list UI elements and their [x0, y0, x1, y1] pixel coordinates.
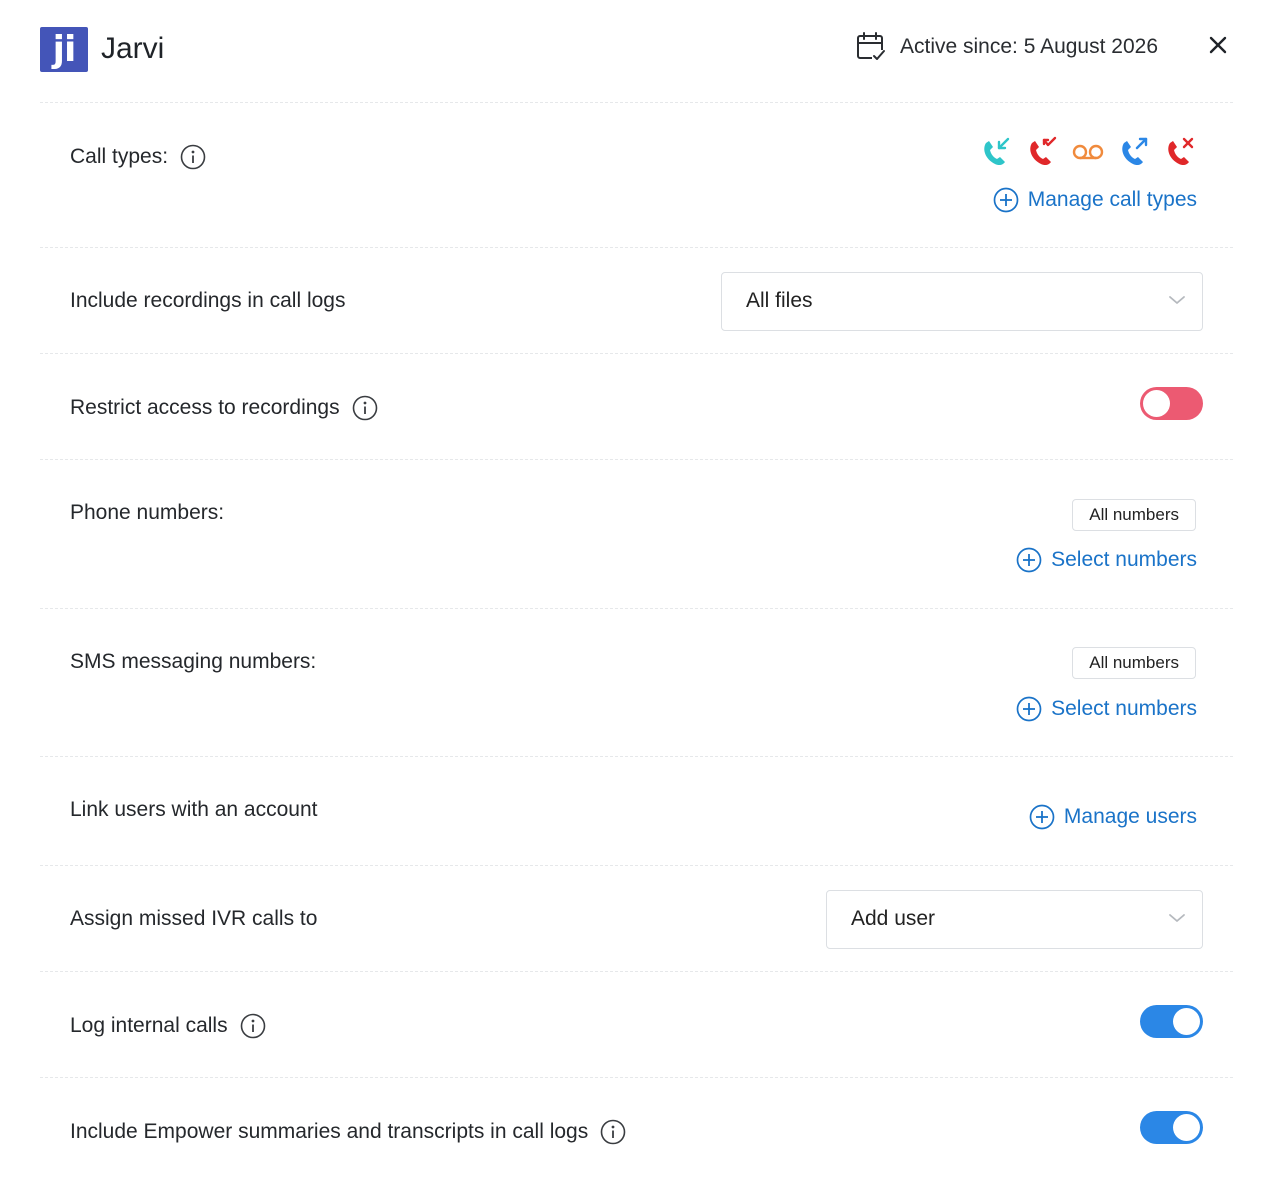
voicemail-icon: [1072, 144, 1104, 160]
close-icon: [1209, 36, 1227, 54]
chevron-down-icon: [1169, 296, 1185, 304]
plus-circle-icon: [993, 187, 1019, 213]
info-icon[interactable]: [240, 1013, 266, 1039]
select-sms-numbers-button[interactable]: Select numbers: [1016, 696, 1197, 722]
sms-numbers-label: SMS messaging numbers:: [70, 650, 317, 673]
select-phone-numbers-button[interactable]: Select numbers: [1016, 547, 1197, 573]
calendar-check-icon: [857, 32, 886, 63]
toggle-knob: [1143, 390, 1170, 417]
phone-numbers-label: Phone numbers:: [70, 501, 225, 524]
missed-ivr-label: Assign missed IVR calls to: [70, 907, 318, 930]
manage-users-label: Manage users: [1063, 805, 1197, 828]
row-missed-ivr: Assign missed IVR calls to Add user: [40, 865, 1233, 971]
app-title: Jarvi: [101, 32, 165, 65]
row-restrict-access: Restrict access to recordings: [40, 353, 1233, 459]
active-since-text: Active since: 5 August 2026: [900, 35, 1158, 58]
restrict-access-label-text: Restrict access to recordings: [70, 396, 340, 419]
recordings-select-value: All files: [746, 289, 813, 312]
all-numbers-chip: All numbers: [1072, 647, 1196, 679]
empower-toggle[interactable]: [1140, 1111, 1203, 1144]
call-type-icons: [967, 135, 1197, 169]
toggle-knob: [1173, 1008, 1200, 1035]
select-numbers-label: Select numbers: [1051, 697, 1197, 720]
manage-call-types-button[interactable]: Manage call types: [993, 187, 1197, 213]
missed-ivr-user-select[interactable]: Add user: [826, 890, 1203, 949]
select-numbers-label: Select numbers: [1051, 548, 1197, 571]
all-numbers-chip: All numbers: [1072, 499, 1196, 531]
active-since: Active since: 5 August 2026: [856, 31, 1158, 63]
recordings-label: Include recordings in call logs: [70, 289, 346, 312]
rejected-call-icon: [1168, 137, 1194, 166]
empower-label: Include Empower summaries and transcript…: [70, 1119, 626, 1145]
call-types-label: Call types:: [70, 144, 206, 170]
log-internal-label-text: Log internal calls: [70, 1014, 228, 1037]
row-recordings: Include recordings in call logs All file…: [40, 247, 1233, 353]
restrict-access-label: Restrict access to recordings: [70, 395, 378, 421]
row-phone-numbers: Phone numbers: All numbers Select number…: [40, 459, 1233, 608]
link-users-label: Link users with an account: [70, 798, 318, 821]
logo-text: ji: [52, 29, 77, 70]
row-sms-numbers: SMS messaging numbers: All numbers Selec…: [40, 608, 1233, 756]
row-log-internal: Log internal calls: [40, 971, 1233, 1077]
manage-users-button[interactable]: Manage users: [1029, 804, 1197, 830]
log-internal-toggle[interactable]: [1140, 1005, 1203, 1038]
restrict-access-toggle[interactable]: [1140, 387, 1203, 420]
missed-call-icon: [1030, 136, 1057, 166]
outgoing-call-icon: [1122, 137, 1148, 166]
row-call-types: Call types: Manage call types: [40, 102, 1233, 247]
call-types-label-text: Call types:: [70, 145, 169, 168]
row-link-users: Link users with an account Manage users: [40, 756, 1233, 865]
missed-ivr-select-value: Add user: [851, 907, 936, 930]
plus-circle-icon: [1016, 547, 1042, 573]
info-icon[interactable]: [600, 1119, 626, 1145]
info-icon[interactable]: [352, 395, 378, 421]
incoming-call-icon: [984, 137, 1010, 166]
close-button[interactable]: [1207, 34, 1229, 56]
plus-circle-icon: [1016, 696, 1042, 722]
log-internal-label: Log internal calls: [70, 1013, 266, 1039]
header: ji Jarvi Active since: 5 August 2026: [40, 26, 1233, 74]
chevron-down-icon: [1169, 914, 1185, 922]
manage-call-types-label: Manage call types: [1027, 188, 1197, 211]
toggle-knob: [1173, 1114, 1200, 1141]
recordings-select[interactable]: All files: [721, 272, 1203, 331]
app-logo: ji: [40, 27, 88, 72]
plus-circle-icon: [1029, 804, 1055, 830]
row-empower: Include Empower summaries and transcript…: [40, 1077, 1233, 1183]
info-icon[interactable]: [180, 144, 206, 170]
empower-label-text: Include Empower summaries and transcript…: [70, 1120, 589, 1143]
